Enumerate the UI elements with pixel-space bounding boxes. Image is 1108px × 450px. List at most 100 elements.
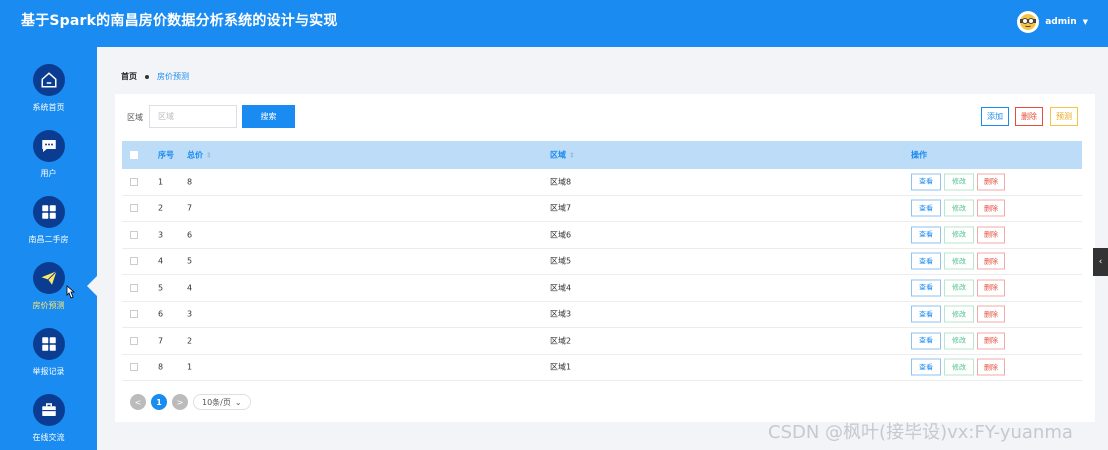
- header-price[interactable]: 总价 ⇕: [187, 150, 212, 161]
- view-button[interactable]: 查看: [911, 226, 941, 244]
- cell-area: 区域2: [550, 336, 572, 346]
- table-row: 8 1 区域1 查看 修改 删除: [122, 355, 1082, 381]
- search-button[interactable]: 搜索: [242, 105, 295, 128]
- row-checkbox[interactable]: [130, 257, 138, 266]
- sidebar-item-reports[interactable]: 举报记录: [0, 328, 97, 388]
- send-icon: [33, 262, 65, 294]
- table-header: 序号 总价 ⇕ 区域 ⇕ 操作: [122, 141, 1082, 169]
- breadcrumb-separator: [145, 74, 149, 79]
- briefcase-icon: [33, 394, 65, 426]
- row-delete-button[interactable]: 删除: [977, 279, 1005, 297]
- search-input[interactable]: [149, 105, 237, 128]
- row-checkbox[interactable]: [130, 363, 138, 372]
- row-checkbox[interactable]: [130, 310, 138, 319]
- edit-button[interactable]: 修改: [944, 199, 974, 217]
- table-row: 7 2 区域2 查看 修改 删除: [122, 328, 1082, 355]
- row-actions: 查看 修改 删除: [911, 252, 1005, 270]
- prev-page-button[interactable]: <: [130, 394, 146, 410]
- sidebar-item-label: 举报记录: [32, 367, 65, 376]
- view-button[interactable]: 查看: [911, 252, 941, 270]
- row-checkbox[interactable]: [130, 204, 138, 213]
- row-actions: 查看 修改 删除: [911, 332, 1005, 350]
- cell-index: 8: [158, 362, 164, 372]
- table-body: 1 8 区域8 查看 修改 删除 2 7 区域7 查看 修改 删除 3 6 区域6 查看 修改 删除 4 5 区域5 查看…: [122, 169, 1082, 381]
- chevron-down-icon: ⌄: [234, 397, 242, 407]
- cell-index: 7: [158, 336, 164, 346]
- add-button[interactable]: 添加: [981, 107, 1009, 126]
- sidebar-item-home[interactable]: 系统首页: [0, 64, 97, 124]
- home-icon: [33, 64, 65, 96]
- sidebar-item-secondhand[interactable]: 南昌二手房: [0, 196, 97, 256]
- header-area-label: 区域: [550, 150, 566, 160]
- row-delete-button[interactable]: 删除: [977, 199, 1005, 217]
- row-delete-button[interactable]: 删除: [977, 226, 1005, 244]
- header-area[interactable]: 区域 ⇕: [550, 150, 575, 161]
- edit-button[interactable]: 修改: [944, 305, 974, 323]
- edit-button[interactable]: 修改: [944, 173, 974, 191]
- sort-icon[interactable]: ⇕: [206, 152, 212, 160]
- view-button[interactable]: 查看: [911, 305, 941, 323]
- breadcrumb-current: 房价预测: [157, 72, 189, 81]
- cell-price: 3: [187, 309, 193, 319]
- user-menu[interactable]: admin ▼: [1017, 10, 1088, 34]
- select-all-checkbox[interactable]: [130, 151, 138, 159]
- predict-button[interactable]: 预测: [1050, 107, 1078, 126]
- edit-button[interactable]: 修改: [944, 358, 974, 376]
- cell-price: 7: [187, 203, 193, 213]
- cell-index: 6: [158, 309, 164, 319]
- row-checkbox[interactable]: [130, 336, 138, 345]
- cell-area: 区域6: [550, 230, 572, 240]
- edit-button[interactable]: 修改: [944, 279, 974, 297]
- sidebar-item-chat[interactable]: 在线交流: [0, 394, 97, 450]
- cell-area: 区域8: [550, 177, 572, 187]
- page-size-select[interactable]: 10条/页 ⌄: [193, 394, 251, 410]
- row-checkbox[interactable]: [130, 283, 138, 292]
- active-indicator: [87, 276, 97, 296]
- collapse-panel-button[interactable]: ‹: [1093, 248, 1108, 276]
- edit-button[interactable]: 修改: [944, 226, 974, 244]
- breadcrumb: 首页 房价预测: [121, 71, 189, 82]
- breadcrumb-home[interactable]: 首页: [121, 71, 137, 82]
- view-button[interactable]: 查看: [911, 332, 941, 350]
- view-button[interactable]: 查看: [911, 358, 941, 376]
- caret-down-icon[interactable]: ▼: [1083, 18, 1088, 26]
- row-delete-button[interactable]: 删除: [977, 358, 1005, 376]
- cell-area: 区域3: [550, 309, 572, 319]
- next-page-button[interactable]: >: [172, 394, 188, 410]
- row-checkbox[interactable]: [130, 177, 138, 186]
- cell-index: 1: [158, 177, 164, 187]
- table-row: 1 8 区域8 查看 修改 删除: [122, 169, 1082, 196]
- cell-area: 区域7: [550, 203, 572, 213]
- row-delete-button[interactable]: 删除: [977, 173, 1005, 191]
- row-delete-button[interactable]: 删除: [977, 332, 1005, 350]
- username[interactable]: admin: [1045, 17, 1076, 27]
- table-row: 2 7 区域7 查看 修改 删除: [122, 196, 1082, 222]
- page-1-button[interactable]: 1: [151, 394, 167, 410]
- row-checkbox[interactable]: [130, 230, 138, 239]
- sidebar: 系统首页 用户 南昌二手房 房价预测 举报记录 在线交流: [0, 47, 97, 450]
- avatar[interactable]: [1017, 11, 1040, 33]
- view-button[interactable]: 查看: [911, 279, 941, 297]
- table-row: 3 6 区域6 查看 修改 删除: [122, 222, 1082, 249]
- cell-area: 区域1: [550, 362, 572, 372]
- table-row: 4 5 区域5 查看 修改 删除: [122, 249, 1082, 275]
- cell-index: 5: [158, 283, 164, 293]
- header-ops: 操作: [911, 150, 927, 160]
- view-button[interactable]: 查看: [911, 199, 941, 217]
- row-delete-button[interactable]: 删除: [977, 305, 1005, 323]
- sidebar-item-users[interactable]: 用户: [0, 130, 97, 190]
- sidebar-item-prediction[interactable]: 房价预测: [0, 262, 97, 322]
- delete-button[interactable]: 删除: [1015, 107, 1043, 126]
- row-delete-button[interactable]: 删除: [977, 252, 1005, 270]
- view-button[interactable]: 查看: [911, 173, 941, 191]
- page-size-value: 10条/页: [202, 397, 231, 407]
- sidebar-item-label: 房价预测: [32, 301, 65, 310]
- sort-icon[interactable]: ⇕: [569, 152, 575, 160]
- edit-button[interactable]: 修改: [944, 332, 974, 350]
- edit-button[interactable]: 修改: [944, 252, 974, 270]
- cell-price: 6: [187, 230, 193, 240]
- grid-icon: [33, 328, 65, 360]
- grid-icon: [33, 196, 65, 228]
- search-label: 区域: [127, 113, 143, 122]
- cell-price: 8: [187, 177, 193, 187]
